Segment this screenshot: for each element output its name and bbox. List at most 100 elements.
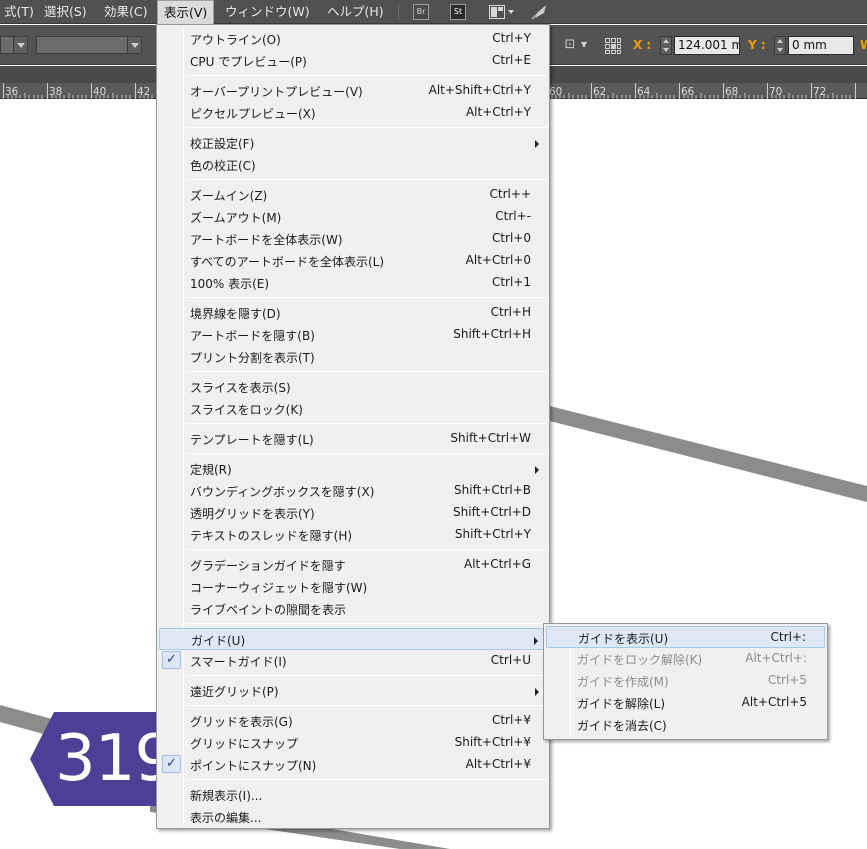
view-menu-item[interactable]: ✓ ポイントにスナップ(N) Alt+Ctrl+¥ <box>159 754 547 776</box>
view-menu-item[interactable]: ライブペイントの隙間を表示 <box>159 598 547 620</box>
view-menu-item[interactable]: すべてのアートボードを全体表示(L) Alt+Ctrl+0 <box>159 250 547 272</box>
menu-window[interactable]: ウィンドウ(W) <box>219 0 316 24</box>
menu-item-shortcut: Alt+Shift+Ctrl+Y <box>428 83 531 97</box>
view-menu-item[interactable]: 100% 表示(E) Ctrl+1 <box>159 272 547 294</box>
menu-separator <box>186 549 547 550</box>
menu-separator <box>186 779 547 780</box>
menu-separator <box>186 423 547 424</box>
view-menu-item[interactable]: アートボードを全体表示(W) Ctrl+0 <box>159 228 547 250</box>
menu-item-shortcut: Alt+Ctrl+5 <box>741 695 807 709</box>
y-stepper[interactable] <box>774 36 786 55</box>
view-menu-item[interactable]: 定規(R) <box>159 458 547 480</box>
menu-item-shortcut: Shift+Ctrl+W <box>450 431 531 445</box>
workspace-layout-icon[interactable] <box>489 5 517 19</box>
view-menu-item[interactable]: 校正設定(F) <box>159 132 547 154</box>
view-menu-item[interactable]: オーバープリントプレビュー(V) Alt+Shift+Ctrl+Y <box>159 80 547 102</box>
stock-icon[interactable]: St <box>450 4 466 20</box>
view-menu-item[interactable]: アートボードを隠す(B) Shift+Ctrl+H <box>159 324 547 346</box>
menu-item-label: 境界線を隠す(D) <box>190 307 281 321</box>
menu-separator <box>186 371 547 372</box>
view-menu-item[interactable]: 新規表示(I)... <box>159 784 547 806</box>
ruler-label: 70 <box>769 86 782 98</box>
view-menu-item[interactable]: ズームイン(Z) Ctrl++ <box>159 184 547 206</box>
view-menu-item[interactable]: バウンディングボックスを隠す(X) Shift+Ctrl+B <box>159 480 547 502</box>
menu-item-shortcut: Shift+Ctrl+¥ <box>454 735 531 749</box>
y-input[interactable]: 0 mm <box>788 36 854 55</box>
menu-item-label: アートボードを隠す(B) <box>190 329 315 343</box>
menu-item-shortcut: Ctrl+Y <box>492 31 531 45</box>
menu-separator <box>186 127 547 128</box>
view-menu-item[interactable]: 境界線を隠す(D) Ctrl+H <box>159 302 547 324</box>
menu-item-label: バウンディングボックスを隠す(X) <box>190 485 375 499</box>
menu-item-label: スマートガイド(I) <box>190 655 287 669</box>
menu-item-label: ピクセルプレビュー(X) <box>190 107 316 121</box>
guide-menu-item: ガイドをロック解除(K) Alt+Ctrl+: <box>546 648 825 670</box>
menu-item-shortcut: Ctrl+E <box>492 53 531 67</box>
guide-menu-item[interactable]: ガイドを消去(C) <box>546 714 825 736</box>
submenu-arrow-icon <box>535 688 539 696</box>
reference-point-icon[interactable] <box>604 37 622 55</box>
menu-view[interactable]: 表示(V) <box>157 0 215 24</box>
menu-item-label: すべてのアートボードを全体表示(L) <box>190 255 385 269</box>
view-menu-item[interactable]: グラデーションガイドを隠す Alt+Ctrl+G <box>159 554 547 576</box>
view-menu-item[interactable]: 遠近グリッド(P) <box>159 680 547 702</box>
guide-menu-item[interactable]: ガイドを解除(L) Alt+Ctrl+5 <box>546 692 825 714</box>
menu-item-shortcut: Ctrl+1 <box>491 275 531 289</box>
bridge-icon[interactable]: Br <box>413 4 429 20</box>
menu-item-shortcut: Alt+Ctrl+¥ <box>465 757 531 771</box>
menu-item-label: 表示の編集... <box>190 811 262 825</box>
view-menu-item[interactable]: 表示の編集... <box>159 806 547 828</box>
menu-item-label: オーバープリントプレビュー(V) <box>190 85 363 99</box>
stroke-weight-dropdown[interactable] <box>0 36 28 54</box>
menu-item-label: 新規表示(I)... <box>190 789 263 803</box>
view-menu-item[interactable]: テキストのスレッドを隠す(H) Shift+Ctrl+Y <box>159 524 547 546</box>
menu-separator <box>186 179 547 180</box>
view-menu-item[interactable]: グリッドにスナップ Shift+Ctrl+¥ <box>159 732 547 754</box>
view-menu-item[interactable]: CPU でプレビュー(P) Ctrl+E <box>159 50 547 72</box>
ruler-label: 36 <box>5 86 19 98</box>
view-menu-item[interactable]: ガイド(U) <box>159 628 547 650</box>
menu-item-shortcut: Ctrl+: <box>770 630 806 644</box>
view-menu-item[interactable]: ピクセルプレビュー(X) Alt+Ctrl+Y <box>159 102 547 124</box>
menu-item-label: ポイントにスナップ(N) <box>190 759 317 773</box>
menu-item-label: ズームイン(Z) <box>190 189 268 203</box>
view-menu-item[interactable]: プリント分割を表示(T) <box>159 346 547 368</box>
view-menu-item[interactable]: ✓ スマートガイド(I) Ctrl+U <box>159 650 547 672</box>
checkmark-icon: ✓ <box>162 755 181 773</box>
menu-item-label: ガイド(U) <box>191 634 246 648</box>
gpu-rocket-icon[interactable] <box>530 3 550 21</box>
menu-separator <box>186 623 547 624</box>
menu-object[interactable]: 式(T) <box>0 0 40 24</box>
x-input[interactable]: 124.001 mm <box>674 36 740 55</box>
ruler-label: 66 <box>681 86 695 98</box>
menubar: 式(T) 選択(S) 効果(C) 表示(V) ウィンドウ(W) ヘルプ(H) B… <box>0 0 867 24</box>
view-menu-item[interactable]: グリッドを表示(G) Ctrl+¥ <box>159 710 547 732</box>
gray-stripe-upper[interactable] <box>530 401 867 502</box>
view-menu-item[interactable]: ズームアウト(M) Ctrl+- <box>159 206 547 228</box>
x-stepper[interactable] <box>660 36 672 55</box>
view-menu-item[interactable]: コーナーウィジェットを隠す(W) <box>159 576 547 598</box>
menu-item-shortcut: Alt+Ctrl+Y <box>465 105 531 119</box>
view-menu-item[interactable]: テンプレートを隠す(L) Shift+Ctrl+W <box>159 428 547 450</box>
menu-separator <box>186 297 547 298</box>
view-menu-item[interactable]: スライスを表示(S) <box>159 376 547 398</box>
x-label: X : <box>633 38 652 52</box>
menu-item-label: 100% 表示(E) <box>190 277 270 291</box>
menu-item-shortcut: Ctrl+U <box>490 653 531 667</box>
menu-help[interactable]: ヘルプ(H) <box>321 0 390 24</box>
view-menu-item[interactable]: スライスをロック(K) <box>159 398 547 420</box>
chevron-down-icon[interactable]: ▼ <box>574 35 594 55</box>
menu-effect[interactable]: 効果(C) <box>98 0 153 24</box>
menu-item-shortcut: Ctrl+H <box>490 305 531 319</box>
view-menu-item[interactable]: アウトライン(O) Ctrl+Y <box>159 28 547 50</box>
menu-item-label: アウトライン(O) <box>190 33 281 47</box>
guide-menu-item[interactable]: ガイドを表示(U) Ctrl+: <box>546 626 825 648</box>
menu-select[interactable]: 選択(S) <box>38 0 93 24</box>
variable-width-dropdown[interactable] <box>36 36 142 54</box>
view-menu-item[interactable]: 色の校正(C) <box>159 154 547 176</box>
menu-item-shortcut: Ctrl+5 <box>767 673 807 687</box>
ruler-label: 38 <box>49 86 62 98</box>
menu-item-label: 遠近グリッド(P) <box>190 685 279 699</box>
view-menu-item[interactable]: 透明グリッドを表示(Y) Shift+Ctrl+D <box>159 502 547 524</box>
menu-item-label: スライスをロック(K) <box>190 403 303 417</box>
